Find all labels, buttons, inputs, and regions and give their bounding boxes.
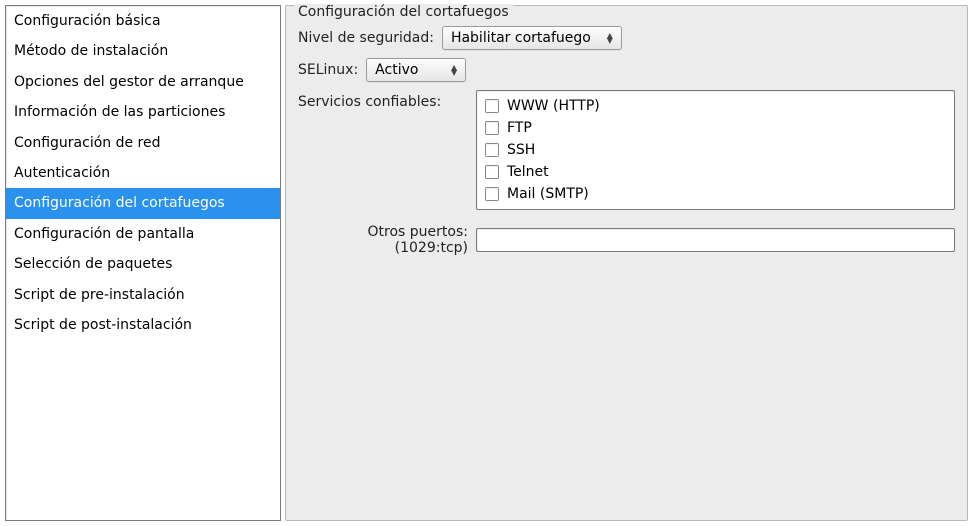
service-item-3: Telnet	[483, 161, 948, 183]
security-level-value: Habilitar cortafuego	[451, 30, 591, 46]
sidebar-item-7[interactable]: Configuración de pantalla	[6, 219, 280, 249]
service-checkbox-1[interactable]	[485, 121, 499, 135]
service-label-4: Mail (SMTP)	[507, 186, 589, 202]
service-checkbox-4[interactable]	[485, 187, 499, 201]
service-checkbox-0[interactable]	[485, 99, 499, 113]
service-item-0: WWW (HTTP)	[483, 95, 948, 117]
service-label-0: WWW (HTTP)	[507, 98, 600, 114]
sidebar-item-4[interactable]: Configuración de red	[6, 128, 280, 158]
sidebar-item-3[interactable]: Información de las particiones	[6, 97, 280, 127]
service-label-2: SSH	[507, 142, 535, 158]
sidebar-item-6[interactable]: Configuración del cortafuegos	[6, 188, 280, 218]
other-ports-row: Otros puertos: (1029:tcp)	[298, 224, 955, 256]
service-item-1: FTP	[483, 117, 948, 139]
trusted-services-box: WWW (HTTP) FTP SSH Telnet Mail (SMTP)	[476, 90, 955, 210]
sidebar-item-10[interactable]: Script de post-instalación	[6, 310, 280, 340]
sidebar-list: Configuración básicaMétodo de instalació…	[5, 5, 281, 521]
sidebar-item-0[interactable]: Configuración básica	[6, 6, 280, 36]
other-ports-label: Otros puertos: (1029:tcp)	[298, 224, 468, 256]
service-item-2: SSH	[483, 139, 948, 161]
service-checkbox-2[interactable]	[485, 143, 499, 157]
service-item-4: Mail (SMTP)	[483, 183, 948, 205]
selinux-value: Activo	[375, 62, 418, 78]
service-checkbox-3[interactable]	[485, 165, 499, 179]
selinux-select[interactable]: Activo ▲▼	[366, 58, 466, 82]
sidebar-item-5[interactable]: Autenticación	[6, 158, 280, 188]
selinux-row: SELinux: Activo ▲▼	[298, 58, 955, 82]
security-level-select[interactable]: Habilitar cortafuego ▲▼	[442, 26, 622, 50]
updown-icon: ▲▼	[451, 65, 457, 75]
service-label-3: Telnet	[507, 164, 549, 180]
main-panel: Configuración del cortafuegos Nivel de s…	[285, 5, 968, 521]
service-label-1: FTP	[507, 120, 532, 136]
security-level-label: Nivel de seguridad:	[298, 30, 434, 46]
security-level-row: Nivel de seguridad: Habilitar cortafuego…	[298, 26, 955, 50]
sidebar-item-2[interactable]: Opciones del gestor de arranque	[6, 67, 280, 97]
selinux-label: SELinux:	[298, 62, 358, 78]
sidebar-item-1[interactable]: Método de instalación	[6, 36, 280, 66]
sidebar-item-8[interactable]: Selección de paquetes	[6, 249, 280, 279]
other-ports-input[interactable]	[476, 228, 955, 252]
trusted-services-label: Servicios confiables:	[298, 90, 468, 110]
panel-title: Configuración del cortafuegos	[294, 4, 513, 20]
updown-icon: ▲▼	[607, 33, 613, 43]
sidebar-item-9[interactable]: Script de pre-instalación	[6, 280, 280, 310]
trusted-services-row: Servicios confiables: WWW (HTTP) FTP SSH Te…	[298, 90, 955, 210]
